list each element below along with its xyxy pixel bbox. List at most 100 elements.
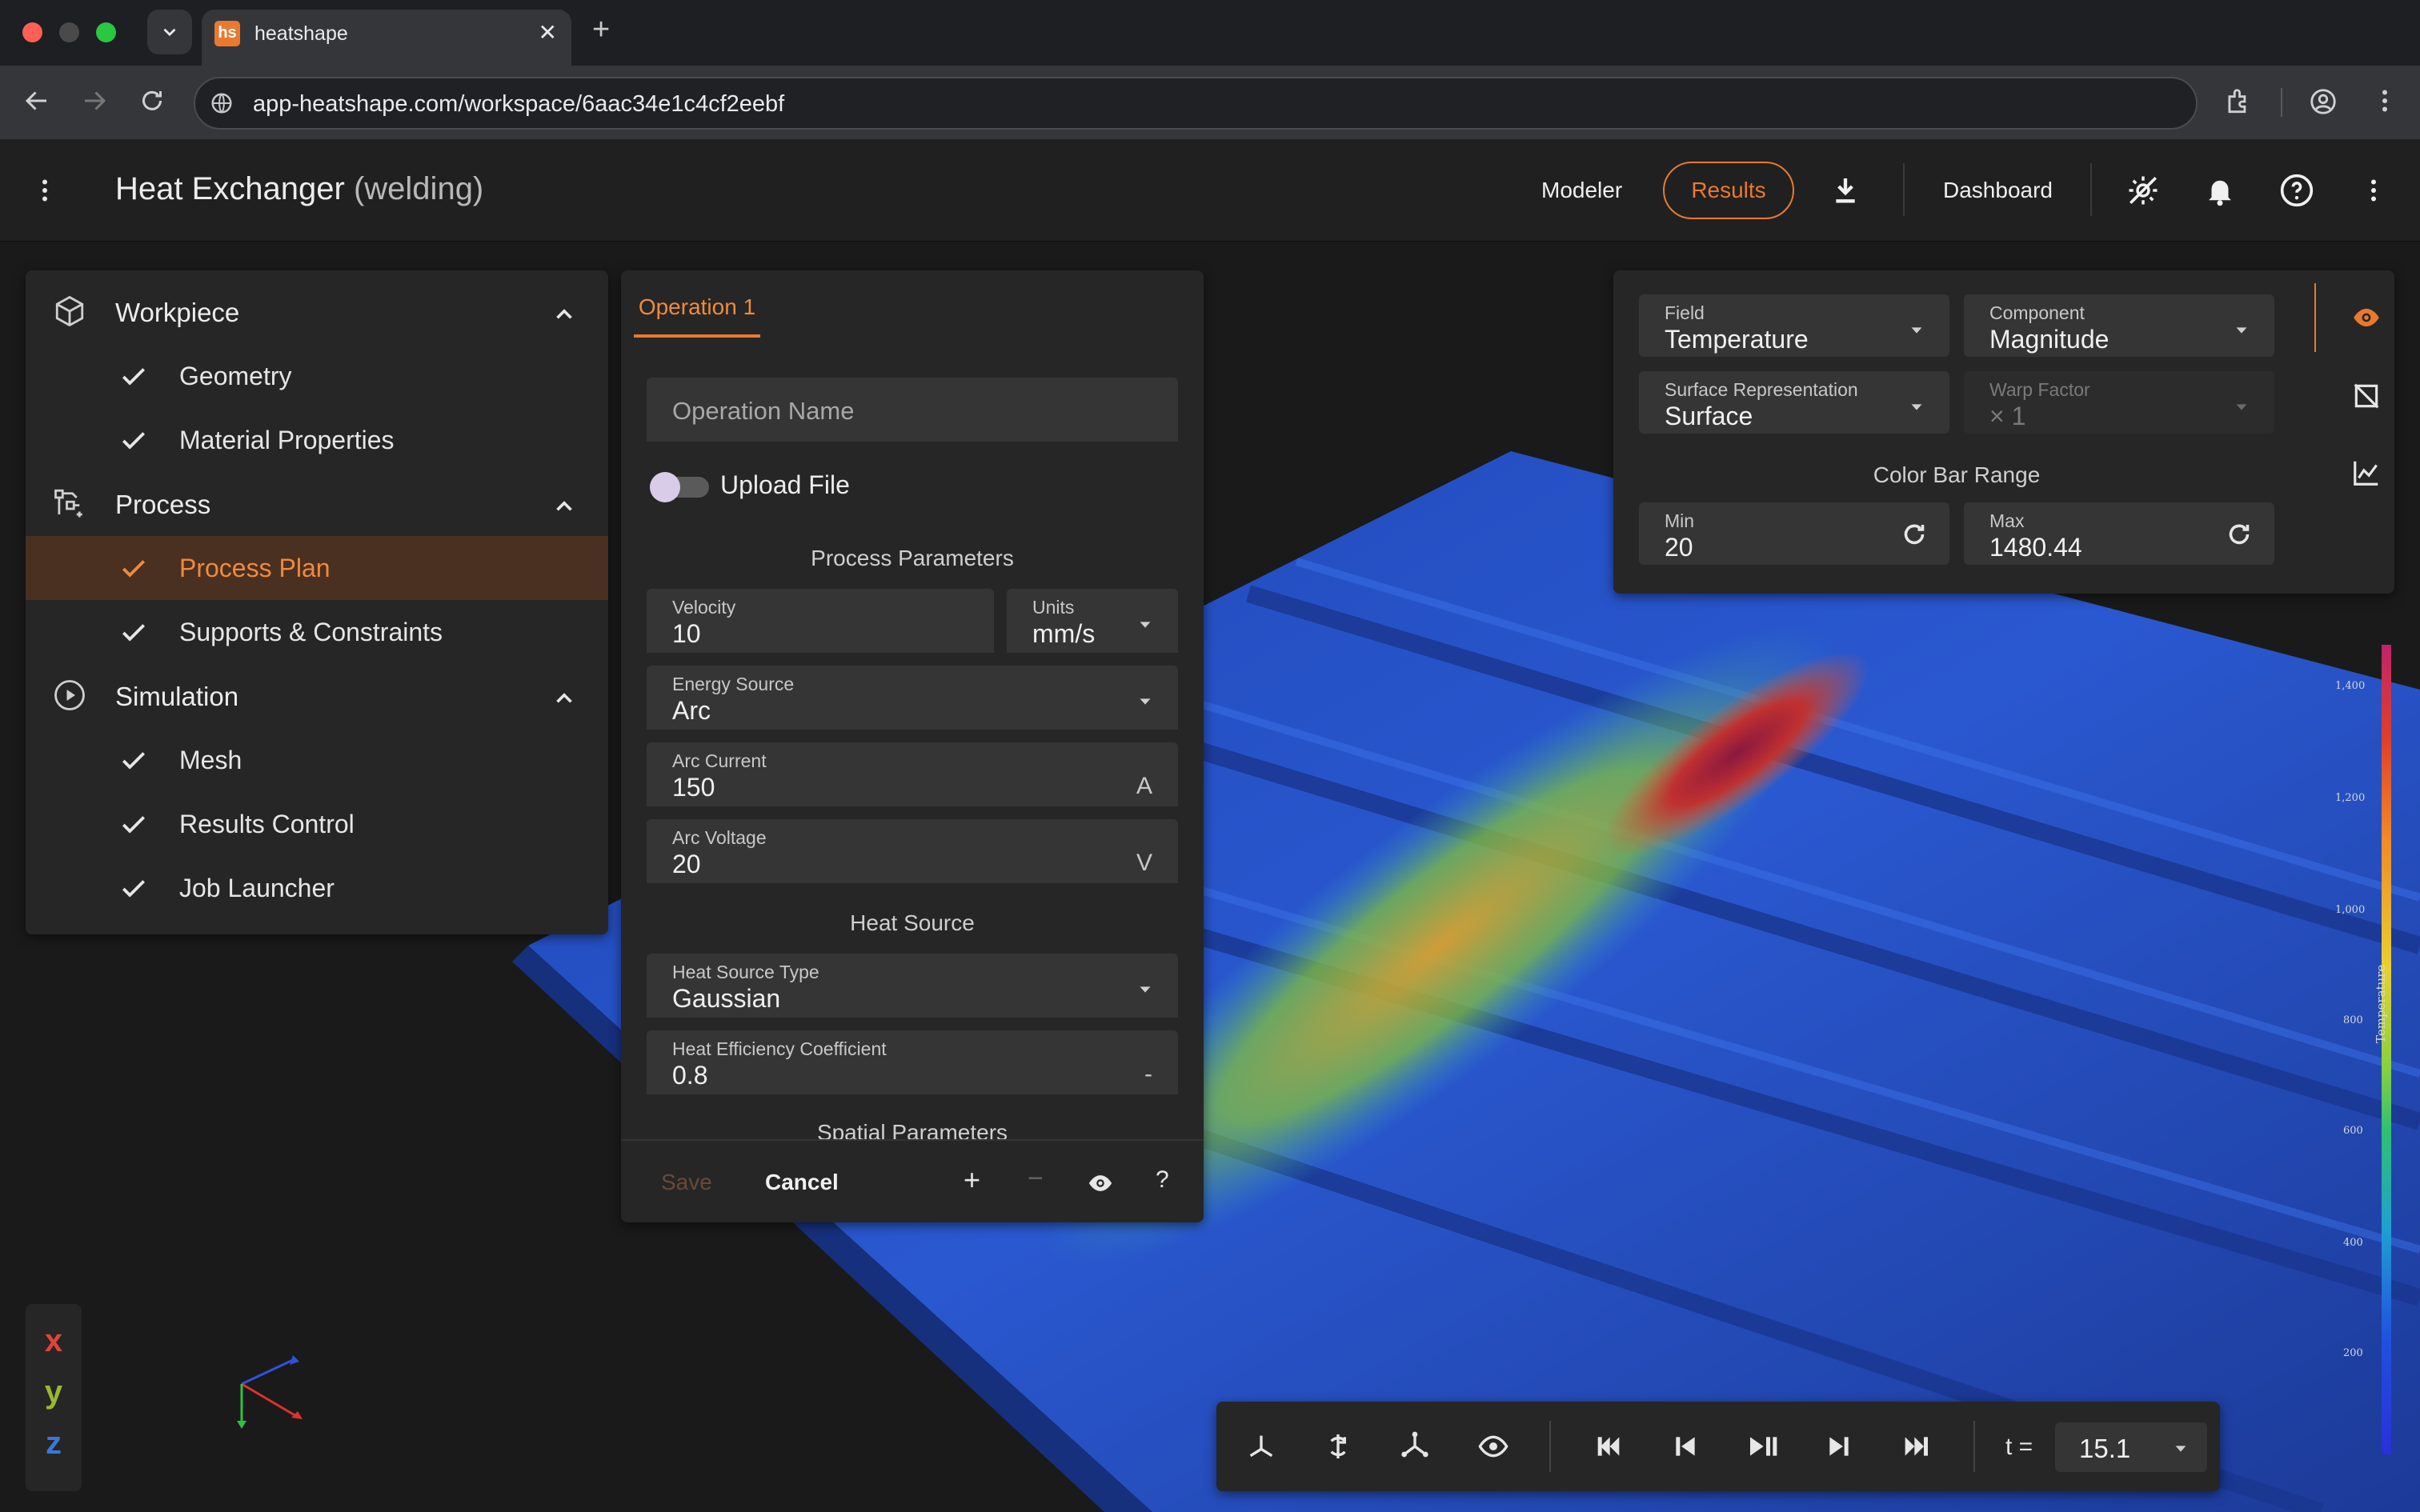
min-value: 20	[1665, 533, 1693, 562]
dashboard-link[interactable]: Dashboard	[1943, 178, 2053, 203]
operation-name-input[interactable]: Operation Name	[647, 378, 1178, 442]
max-range-field[interactable]: Max 1480.44	[1964, 502, 2274, 565]
notifications-bell-icon[interactable]	[2202, 173, 2238, 208]
surface-representation-select[interactable]: Surface Representation Surface	[1639, 371, 1949, 434]
reload-icon[interactable]	[138, 86, 166, 122]
site-info-icon[interactable]	[210, 91, 234, 115]
reset-view-icon[interactable]	[1477, 1430, 1509, 1462]
energy-source-value: Arc	[672, 696, 711, 725]
line-chart-icon[interactable]	[2351, 458, 2382, 488]
download-icon[interactable]	[1828, 173, 1863, 208]
sidebar-section-workpiece[interactable]: Workpiece	[26, 280, 608, 344]
sidebar-section-simulation[interactable]: Simulation	[26, 664, 608, 728]
tab-search-button[interactable]	[147, 10, 192, 54]
chevron-up-icon[interactable]	[551, 493, 578, 520]
sidebar-item-geometry[interactable]: Geometry	[26, 344, 608, 408]
help-button[interactable]: ?	[1156, 1166, 1169, 1194]
heat-efficiency-value: 0.8	[672, 1061, 708, 1090]
eye-icon[interactable]	[1087, 1170, 1114, 1197]
workflow-sidebar: Workpiece Geometry Material Properties P…	[26, 270, 608, 934]
sidebar-item-supports-constraints[interactable]: Supports & Constraints	[26, 600, 608, 664]
sidebar-item-label: Process Plan	[179, 554, 331, 582]
sidebar-item-job-launcher[interactable]: Job Launcher	[26, 856, 608, 920]
dropdown-arrow-icon	[1140, 622, 1151, 628]
y-axis-button[interactable]: y	[26, 1374, 82, 1410]
sidebar-item-label: Job Launcher	[179, 874, 335, 902]
sidebar-item-material-properties[interactable]: Material Properties	[26, 408, 608, 472]
warp-factor-label: Warp Factor	[1989, 379, 2090, 400]
app-menu-icon[interactable]	[29, 174, 61, 206]
reset-max-icon[interactable]	[2225, 520, 2254, 549]
address-bar[interactable]: app-heatshape.com/workspace/6aac34e1c4cf…	[194, 77, 2198, 130]
surface-representation-label: Surface Representation	[1665, 379, 1858, 400]
skip-to-start-icon[interactable]	[1593, 1430, 1625, 1462]
units-select[interactable]: Units mm/s	[1007, 589, 1178, 653]
page-title: Heat Exchanger (welding)	[115, 171, 483, 207]
axes-view-icon[interactable]	[1245, 1430, 1277, 1462]
rotate-axis-icon[interactable]	[1322, 1430, 1354, 1462]
step-back-icon[interactable]	[1669, 1430, 1701, 1462]
heat-source-type-select[interactable]: Heat Source Type Gaussian	[647, 954, 1178, 1018]
modeler-tab[interactable]: Modeler	[1541, 178, 1622, 203]
chevron-up-icon[interactable]	[551, 301, 578, 328]
sidebar-section-process[interactable]: Process	[26, 472, 608, 536]
cancel-button[interactable]: Cancel	[765, 1170, 839, 1195]
close-window-button[interactable]	[22, 22, 42, 42]
warp-factor-select: Warp Factor × 1	[1964, 371, 2274, 434]
add-operation-button[interactable]: +	[964, 1163, 980, 1197]
z-axis-button[interactable]: z	[26, 1426, 82, 1462]
chevron-up-icon[interactable]	[551, 685, 578, 712]
skip-to-end-icon[interactable]	[1900, 1430, 1932, 1462]
chevron-down-icon	[163, 28, 176, 37]
heat-efficiency-field[interactable]: Heat Efficiency Coefficient 0.8 -	[647, 1030, 1178, 1094]
arc-voltage-label: Arc Voltage	[672, 827, 767, 848]
playbar-divider	[1973, 1421, 1975, 1472]
arc-current-label: Arc Current	[672, 750, 767, 771]
maximize-window-button[interactable]	[96, 22, 116, 42]
check-icon	[122, 624, 146, 642]
heat-source-heading: Heat Source	[850, 910, 975, 935]
upload-file-toggle[interactable]	[650, 472, 712, 502]
new-tab-button[interactable]: +	[592, 13, 610, 47]
sidebar-item-label: Geometry	[179, 362, 292, 390]
time-step-select[interactable]: 15.1	[2055, 1422, 2207, 1472]
close-tab-icon[interactable]: ✕	[539, 19, 557, 46]
min-range-field[interactable]: Min 20	[1639, 502, 1949, 565]
hide-mesh-icon[interactable]	[2351, 381, 2382, 411]
help-icon[interactable]	[2279, 173, 2314, 208]
play-pause-icon[interactable]	[1746, 1430, 1778, 1462]
colorbar-tick: 600	[2343, 1125, 2363, 1137]
sidebar-item-results-control[interactable]: Results Control	[26, 792, 608, 856]
isometric-view-icon[interactable]	[1399, 1430, 1431, 1462]
forward-arrow-icon[interactable]	[80, 86, 109, 122]
x-axis-button[interactable]: x	[26, 1323, 82, 1359]
visibility-eye-icon[interactable]	[2351, 302, 2382, 333]
browser-toolbar: app-heatshape.com/workspace/6aac34e1c4cf…	[0, 66, 2420, 139]
sidebar-item-process-plan[interactable]: Process Plan	[26, 536, 608, 600]
component-select[interactable]: Component Magnitude	[1964, 294, 2274, 357]
remove-operation-button[interactable]: −	[1028, 1163, 1044, 1194]
sidebar-item-mesh[interactable]: Mesh	[26, 728, 608, 792]
tab-title: heatshape	[254, 22, 348, 45]
more-options-icon[interactable]	[2358, 174, 2390, 206]
back-arrow-icon[interactable]	[22, 86, 51, 122]
results-display-panel: Field Temperature Component Magnitude Su…	[1613, 270, 2394, 594]
results-tab[interactable]: Results	[1663, 162, 1794, 219]
axis-triad-icon	[237, 1355, 302, 1429]
velocity-field[interactable]: Velocity 10	[647, 589, 994, 653]
browser-tab[interactable]: hs heatshape ✕	[202, 10, 571, 67]
field-select[interactable]: Field Temperature	[1639, 294, 1949, 357]
max-label: Max	[1989, 510, 2025, 531]
profile-icon[interactable]	[2308, 86, 2338, 124]
tab-operation-1[interactable]: Operation 1	[634, 294, 760, 338]
arc-voltage-field[interactable]: Arc Voltage 20 V	[647, 819, 1178, 883]
extensions-icon[interactable]	[2223, 86, 2254, 124]
reset-min-icon[interactable]	[1900, 520, 1929, 549]
save-button[interactable]: Save	[661, 1170, 712, 1195]
minimize-window-button[interactable]	[59, 22, 79, 42]
arc-current-field[interactable]: Arc Current 150 A	[647, 742, 1178, 806]
browser-menu-icon[interactable]	[2370, 86, 2399, 122]
step-forward-icon[interactable]	[1823, 1430, 1855, 1462]
theme-toggle-icon[interactable]	[2126, 173, 2161, 208]
energy-source-select[interactable]: Energy Source Arc	[647, 666, 1178, 730]
